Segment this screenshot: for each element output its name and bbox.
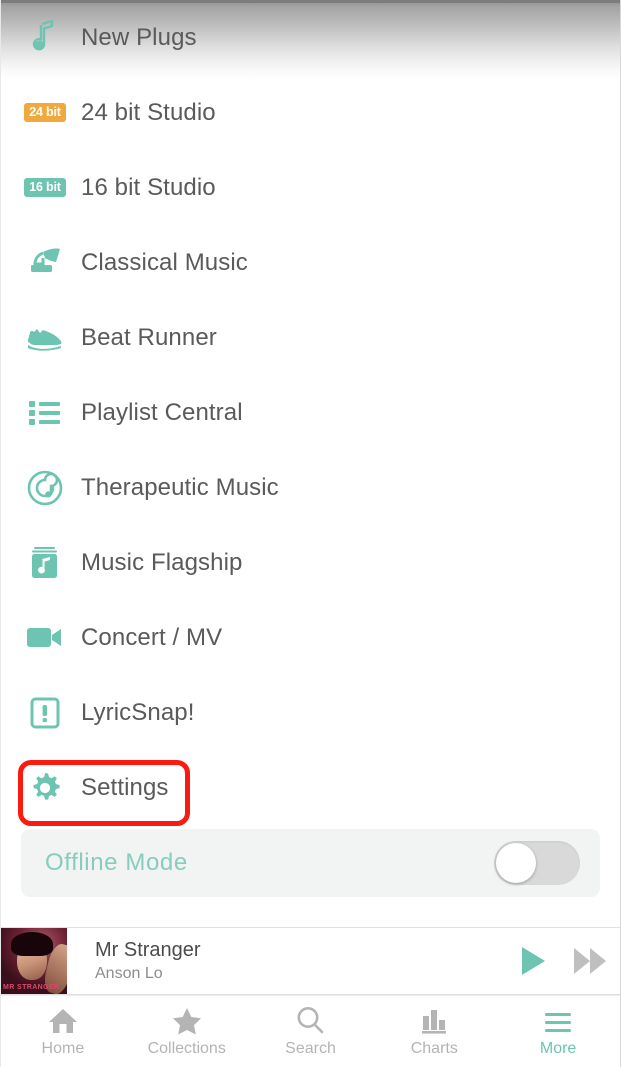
fast-forward-icon <box>574 948 606 974</box>
menu-item-label: Concert / MV <box>81 623 223 651</box>
toggle-knob <box>496 843 536 883</box>
music-note-icon <box>23 16 67 60</box>
tab-label: Collections <box>147 1040 226 1057</box>
menu-item-new-plugs[interactable]: New Plugs <box>1 0 620 75</box>
album-art-title: MR STRANGER <box>3 984 60 991</box>
menu-item-label: 24 bit Studio <box>81 98 216 126</box>
menu-item-settings[interactable]: Settings <box>1 750 620 825</box>
menu-item-classical-music[interactable]: Classical Music <box>1 225 620 300</box>
tab-collections[interactable]: Collections <box>125 996 249 1067</box>
now-playing-artist: Anson Lo <box>95 965 163 982</box>
tab-label: Charts <box>410 1040 458 1057</box>
menu-item-label: Playlist Central <box>81 398 243 426</box>
album-art[interactable]: MR STRANGER <box>1 928 67 994</box>
home-icon <box>48 1005 78 1035</box>
now-playing-title: Mr Stranger <box>95 939 201 961</box>
offline-mode-row[interactable]: Offline Mode <box>21 829 600 897</box>
menu-item-24-bit-studio[interactable]: 24 bit 24 bit Studio <box>1 75 620 150</box>
tab-search[interactable]: Search <box>249 996 373 1067</box>
menu-item-beat-runner[interactable]: Beat Runner <box>1 300 620 375</box>
menu-item-label: 16 bit Studio <box>81 173 216 201</box>
24-bit-badge-icon: 24 bit <box>23 91 67 135</box>
offline-mode-toggle[interactable] <box>494 841 580 885</box>
sneaker-icon <box>23 316 67 360</box>
now-playing-bar[interactable]: MR STRANGER Mr Stranger Anson Lo <box>1 927 620 995</box>
menu-item-music-flagship[interactable]: Music Flagship <box>1 525 620 600</box>
search-icon <box>295 1005 325 1035</box>
play-button[interactable] <box>504 928 562 994</box>
music-book-icon <box>23 541 67 585</box>
exclamation-card-icon <box>23 691 67 735</box>
menu-item-16-bit-studio[interactable]: 16 bit 16 bit Studio <box>1 150 620 225</box>
spiral-note-icon <box>23 466 67 510</box>
menu-item-label: Beat Runner <box>81 323 217 351</box>
tab-home[interactable]: Home <box>1 996 125 1067</box>
menu-item-label: New Plugs <box>81 23 197 51</box>
gramophone-icon <box>23 241 67 285</box>
side-menu-list: New Plugs 24 bit 24 bit Studio 16 bit 16… <box>1 0 620 927</box>
tab-charts[interactable]: Charts <box>372 996 496 1067</box>
hamburger-icon <box>543 1005 573 1035</box>
menu-item-concert-mv[interactable]: Concert / MV <box>1 600 620 675</box>
menu-item-label: Music Flagship <box>81 548 243 576</box>
tab-label: Search <box>285 1040 336 1057</box>
bar-chart-icon <box>420 1005 448 1035</box>
star-icon <box>172 1005 202 1035</box>
tab-more[interactable]: More <box>496 996 620 1067</box>
menu-item-playlist-central[interactable]: Playlist Central <box>1 375 620 450</box>
play-icon <box>522 947 545 975</box>
menu-item-therapeutic-music[interactable]: Therapeutic Music <box>1 450 620 525</box>
list-icon <box>23 391 67 435</box>
16-bit-badge-icon: 16 bit <box>23 166 67 210</box>
menu-item-lyricsnap[interactable]: LyricSnap! <box>1 675 620 750</box>
badge-16bit-text: 16 bit <box>24 178 66 197</box>
now-playing-text: Mr Stranger Anson Lo <box>67 939 504 983</box>
offline-mode-label: Offline Mode <box>45 849 188 876</box>
album-art-hair <box>11 932 53 956</box>
badge-24bit-text: 24 bit <box>24 103 66 122</box>
next-button[interactable] <box>562 928 620 994</box>
offline-mode-section: Offline Mode <box>1 829 620 897</box>
tab-label: More <box>539 1040 577 1057</box>
menu-item-label: LyricSnap! <box>81 698 195 726</box>
app-root: New Plugs 24 bit 24 bit Studio 16 bit 16… <box>0 0 621 1067</box>
menu-item-label: Therapeutic Music <box>81 473 279 501</box>
bottom-tab-bar: Home Collections Search Charts More <box>1 995 620 1067</box>
menu-item-label: Settings <box>81 773 169 801</box>
menu-item-label: Classical Music <box>81 248 248 276</box>
gear-icon <box>23 766 67 810</box>
tab-label: Home <box>41 1040 85 1057</box>
video-camera-icon <box>23 616 67 660</box>
